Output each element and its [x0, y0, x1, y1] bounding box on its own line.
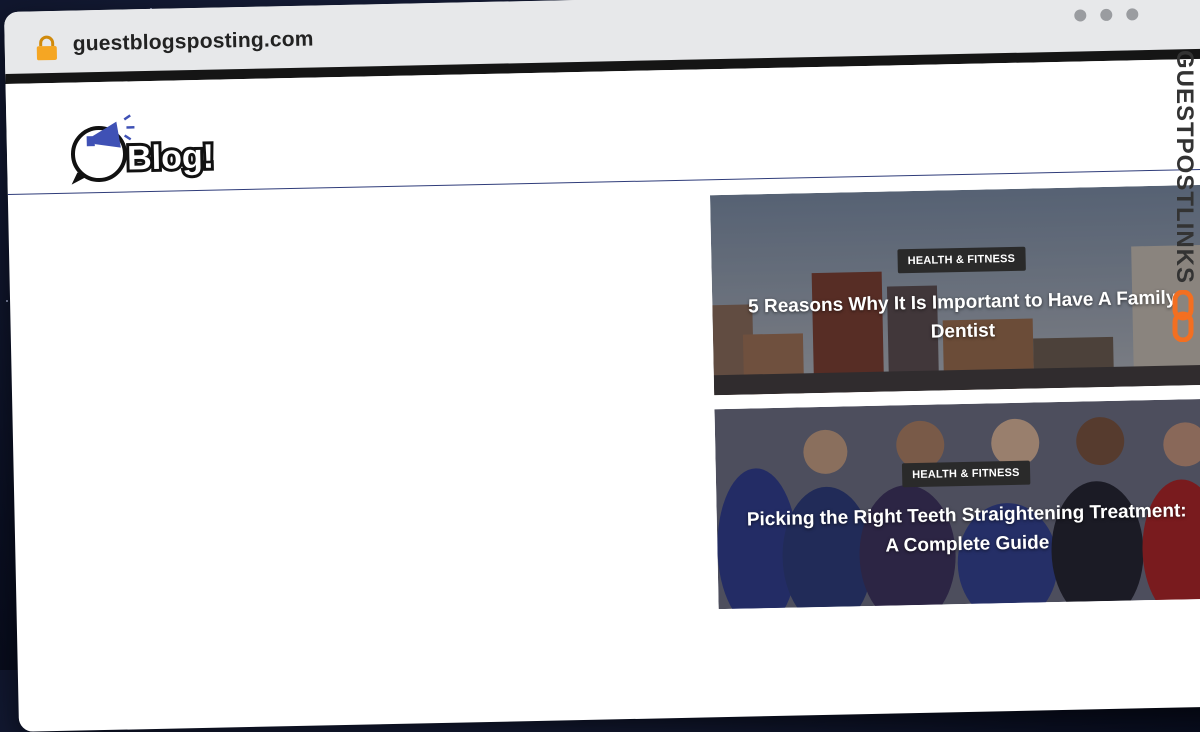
post-card[interactable]: HEALTH & FITNESS Picking the Right Teeth… [714, 398, 1200, 610]
address-bar-url[interactable]: guestblogsposting.com [72, 28, 313, 57]
window-dot-2[interactable] [1100, 8, 1113, 22]
window-controls [1074, 8, 1139, 22]
window-dot-1[interactable] [1074, 9, 1087, 22]
chain-link-icon [1172, 290, 1194, 342]
site-logo[interactable]: Blog! [64, 107, 236, 187]
category-badge[interactable]: HEALTH & FITNESS [901, 460, 1030, 488]
browser-window: guestblogsposting.com Blog! HEALTH & FIT… [4, 0, 1200, 732]
post-card[interactable]: HEALTH & FITNESS 5 Reasons Why It Is Imp… [709, 184, 1200, 396]
lock-icon [36, 35, 57, 61]
window-dot-3[interactable] [1126, 8, 1139, 21]
logo-text: Blog! [127, 138, 215, 178]
category-badge[interactable]: HEALTH & FITNESS [897, 246, 1026, 274]
post-title[interactable]: 5 Reasons Why It Is Important to Have A … [742, 283, 1183, 350]
post-title[interactable]: Picking the Right Teeth Straightening Tr… [746, 496, 1187, 563]
